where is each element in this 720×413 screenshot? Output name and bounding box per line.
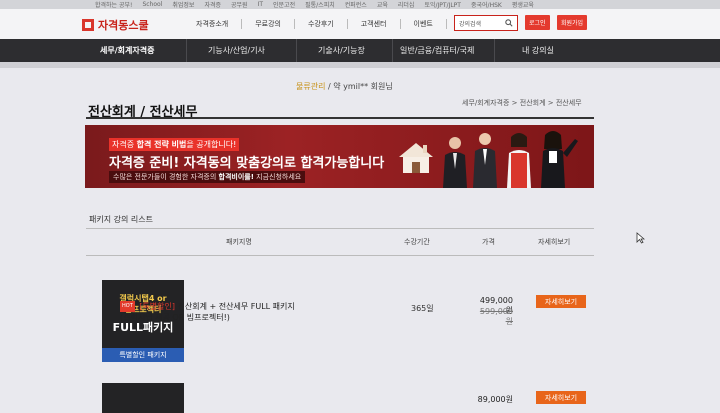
- menu-item[interactable]: 무료강의: [241, 19, 281, 29]
- banner-tag: 자격증 합격 전략 비법을 공개합니다!: [109, 138, 240, 151]
- col-header-period: 수강기간: [404, 238, 430, 246]
- house-icon: [399, 143, 433, 173]
- top-strip-link[interactable]: 자격증: [204, 0, 221, 9]
- package-period: 365일: [411, 304, 434, 313]
- global-menu: 자격증소개 무료강의 수강후기 고객센터 이벤트 원격구매: [196, 19, 486, 29]
- top-strip-link[interactable]: 취업정보: [172, 0, 194, 9]
- top-strip-link[interactable]: School: [142, 1, 162, 8]
- search-input[interactable]: 강의검색: [454, 15, 518, 31]
- member-greeting: 물류관리 / 약 ymil** 회원님: [296, 81, 393, 92]
- signup-button[interactable]: 회원가입: [557, 15, 588, 30]
- search-placeholder: 강의검색: [459, 20, 482, 28]
- promo-banner[interactable]: 자격증 합격 전략 비법을 공개합니다! 자격증 준비! 자격동의 맞춤강의로 …: [85, 125, 594, 188]
- mouse-cursor-icon: [636, 232, 645, 244]
- banner-tag-prefix: 자격증: [112, 140, 135, 149]
- top-utility-strip: 합격하는 공부! School 취업정보 자격증 공무원 IT 인문고전 필통/스피치 컨퍼런스…: [0, 0, 720, 9]
- site-logo[interactable]: 자격동스쿨: [82, 17, 149, 33]
- category-nav: 세무/회계자격증 기능사/산업/기사 기술사/기능장 일반/금융/컴퓨터/국제 …: [0, 39, 720, 62]
- package-price: 89,000원: [477, 395, 513, 404]
- hot-badge: HOT: [120, 301, 135, 312]
- banner-tag-bold: 합격 전략 비법: [136, 140, 187, 149]
- instructors-illustration: [443, 131, 578, 188]
- greeting-suffix: 회원님: [370, 82, 393, 91]
- top-strip-link[interactable]: 필통/스피치: [305, 0, 335, 9]
- nav-divider: [186, 39, 187, 62]
- logo-text: 자격동스쿨: [98, 19, 149, 32]
- thumbnail-band: 특별할인 패키지: [102, 348, 184, 362]
- detail-button[interactable]: 자세히보기: [536, 295, 586, 308]
- package-list-title: 패키지 강의 리스트: [89, 215, 153, 224]
- banner-sub-prefix: 수많은 전문가들이 경험한 자격증의: [113, 173, 217, 181]
- banner-sub-bold: 합격비이를!: [218, 173, 254, 181]
- table-header: 패키지명 수강기간 가격 자세히보기: [86, 228, 594, 256]
- nav-item-my-classroom[interactable]: 내 강의실: [522, 45, 554, 56]
- banner-tag-suffix: 을 공개합니다!: [186, 140, 237, 149]
- nav-divider: [494, 39, 495, 62]
- top-strip-link[interactable]: 합격하는 공부!: [95, 0, 132, 9]
- package-thumbnail[interactable]: [102, 383, 184, 413]
- search-icon[interactable]: [505, 19, 513, 27]
- top-strip-link[interactable]: 인문고전: [273, 0, 295, 9]
- nav-item-technician[interactable]: 기능사/산업/기사: [208, 45, 265, 56]
- site-header: 자격동스쿨 자격증소개 무료강의 수강후기 고객센터 이벤트 원격구매 강의검색…: [0, 9, 720, 39]
- banner-subtext: 수많은 전문가들이 경험한 자격증의 합격비이를! 지금신청하세요: [109, 171, 306, 183]
- greeting-name: / 약 ymil**: [328, 82, 369, 91]
- top-strip-link[interactable]: 평생교육: [512, 0, 534, 9]
- col-header-price: 가격: [482, 238, 495, 246]
- greeting-course: 물류관리: [296, 82, 326, 91]
- title-divider: [86, 117, 594, 119]
- top-strip-link[interactable]: 공무원: [231, 0, 248, 9]
- package-price-original: 599,000원: [479, 307, 513, 326]
- nav-divider: [392, 39, 393, 62]
- menu-item[interactable]: 수강후기: [293, 19, 334, 29]
- nav-item-tax-accounting[interactable]: 세무/회계자격증: [100, 45, 154, 56]
- detail-button[interactable]: 자세히보기: [536, 391, 586, 404]
- top-strip-link[interactable]: 리더십: [398, 0, 415, 9]
- nav-underline: [0, 62, 720, 68]
- nav-item-general[interactable]: 일반/금융/컴퓨터/국제: [400, 45, 474, 56]
- top-strip-link[interactable]: 교육: [377, 0, 388, 9]
- banner-sub-suffix: 지금신청하세요: [256, 173, 302, 181]
- nav-item-engineer[interactable]: 기술사/기능장: [318, 45, 365, 56]
- banner-headline: 자격증 준비! 자격동의 맞춤강의로 합격가능합니다: [109, 156, 385, 171]
- top-strip-link[interactable]: 토익/JPT/JLPT: [424, 0, 461, 9]
- col-header-detail: 자세히보기: [538, 238, 571, 246]
- login-button[interactable]: 로그인: [525, 15, 550, 30]
- breadcrumb[interactable]: 세무/회계자격증 > 전산회계 > 전산세무: [462, 98, 582, 108]
- package-name-prefix: [특별할인]: [139, 302, 175, 311]
- menu-item[interactable]: 자격증소개: [196, 19, 228, 29]
- top-strip-link[interactable]: 컨퍼런스: [345, 0, 367, 9]
- nav-divider: [296, 39, 297, 62]
- top-strip-link[interactable]: 중국어/HSK: [471, 0, 502, 9]
- col-header-name: 패키지명: [226, 238, 252, 246]
- menu-item[interactable]: 고객센터: [346, 19, 387, 29]
- menu-item[interactable]: 이벤트: [399, 19, 433, 29]
- logo-mark-icon: [82, 19, 94, 31]
- top-strip-link[interactable]: IT: [258, 1, 263, 8]
- package-name[interactable]: HOT [특별할인] 전산회계 + 전산세무 FULL 패키지(갤럭시탭 제공 …: [120, 301, 300, 323]
